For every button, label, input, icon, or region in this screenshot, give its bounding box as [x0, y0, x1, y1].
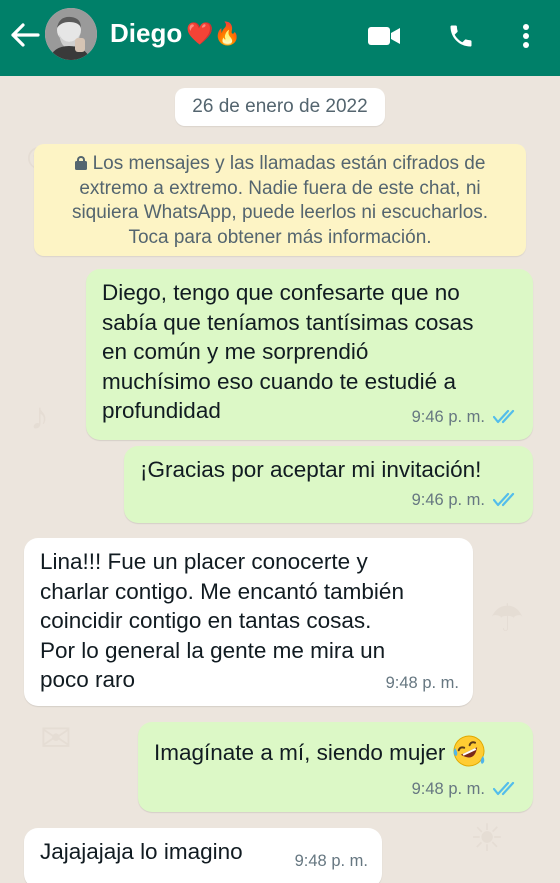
message-line: Lina!!! Fue un placer conocerte y [40, 549, 368, 574]
message-meta: 9:46 p. m. [412, 403, 519, 433]
message-line: Por lo general la gente me mira un [40, 637, 386, 663]
message-time: 9:48 p. m. [294, 851, 368, 870]
message-time: 9:46 p. m. [411, 490, 485, 509]
read-ticks-icon [493, 493, 515, 507]
back-arrow-icon[interactable] [8, 18, 42, 52]
chat-area[interactable]: ☺ ✿ ♪ ☂ ✉ ☀ 26 de enero de 2022 Los mens… [0, 76, 560, 883]
video-call-icon[interactable] [366, 20, 402, 52]
message-line: Diego, tengo que confesarte que no [102, 280, 460, 305]
message-bubble-outgoing[interactable]: Diego, tengo que confesarte que no sabía… [86, 269, 533, 440]
notice-line: Los mensajes y las llamadas están cifrad… [48, 152, 512, 177]
message-line: muchísimo eso cuando te estudié a [102, 368, 456, 394]
message-line: sabía que teníamos tantísimas cosas [102, 309, 474, 335]
message-time: 9:48 p. m. [411, 779, 485, 798]
more-vert-icon[interactable] [508, 20, 544, 52]
date-divider: 26 de enero de 2022 [175, 88, 385, 126]
message-meta: 9:48 p. m. [412, 775, 519, 805]
notice-line: siquiera WhatsApp, puede leerlos ni escu… [71, 202, 489, 223]
read-ticks-icon [493, 782, 515, 796]
name-emojis: ❤️🔥 [186, 20, 242, 46]
wallpaper-doodle: ♪ [30, 396, 49, 438]
contact-name-text: Diego [110, 18, 183, 48]
contact-name[interactable]: Diego ❤️🔥 [110, 18, 241, 49]
avatar[interactable] [45, 8, 97, 60]
read-ticks-icon [493, 410, 515, 424]
message-line: coincidir contigo en tantas cosas. [40, 608, 372, 633]
message-line: charlar contigo. Me encantó también [40, 578, 404, 604]
message-line: Imagínate a mí, siendo mujer [154, 734, 517, 768]
whatsapp-chat-screen: Diego ❤️🔥 ☺ ✿ ♪ ☂ ✉ ☀ 26 d [0, 0, 560, 883]
message-time: 9:48 p. m. [385, 673, 459, 692]
message-line: en común y me sorprendió [102, 339, 369, 364]
wallpaper-doodle: ✉ [40, 718, 72, 760]
notice-line: Toca para obtener más información. [128, 226, 432, 248]
message-bubble-outgoing[interactable]: Imagínate a mí, siendo mujer 9:48 p. m. [138, 722, 533, 812]
lock-icon [74, 156, 87, 170]
message-bubble-outgoing[interactable]: ¡Gracias por aceptar mi invitación! 9:46… [124, 446, 533, 523]
message-meta: 9:48 p. m. [295, 847, 368, 877]
laughing-rolling-emoji-icon [453, 735, 485, 767]
message-meta: 9:48 p. m. [386, 669, 459, 699]
message-bubble-incoming[interactable]: Jajajajaja lo imagino 9:48 p. m. [24, 828, 382, 883]
phone-icon[interactable] [443, 20, 479, 52]
message-time: 9:46 p. m. [411, 407, 485, 426]
notice-line: extremo a extremo. Nadie fuera de este c… [79, 177, 481, 199]
encryption-notice[interactable]: Los mensajes y las llamadas están cifrad… [34, 144, 526, 256]
wallpaper-doodle: ☀ [470, 818, 505, 860]
message-meta: 9:46 p. m. [412, 486, 519, 516]
message-bubble-incoming[interactable]: Lina!!! Fue un placer conocerte y charla… [24, 538, 473, 706]
message-line: ¡Gracias por aceptar mi invitación! [140, 457, 482, 482]
chat-header: Diego ❤️🔥 [0, 0, 560, 76]
wallpaper-doodle: ☂ [490, 598, 525, 640]
